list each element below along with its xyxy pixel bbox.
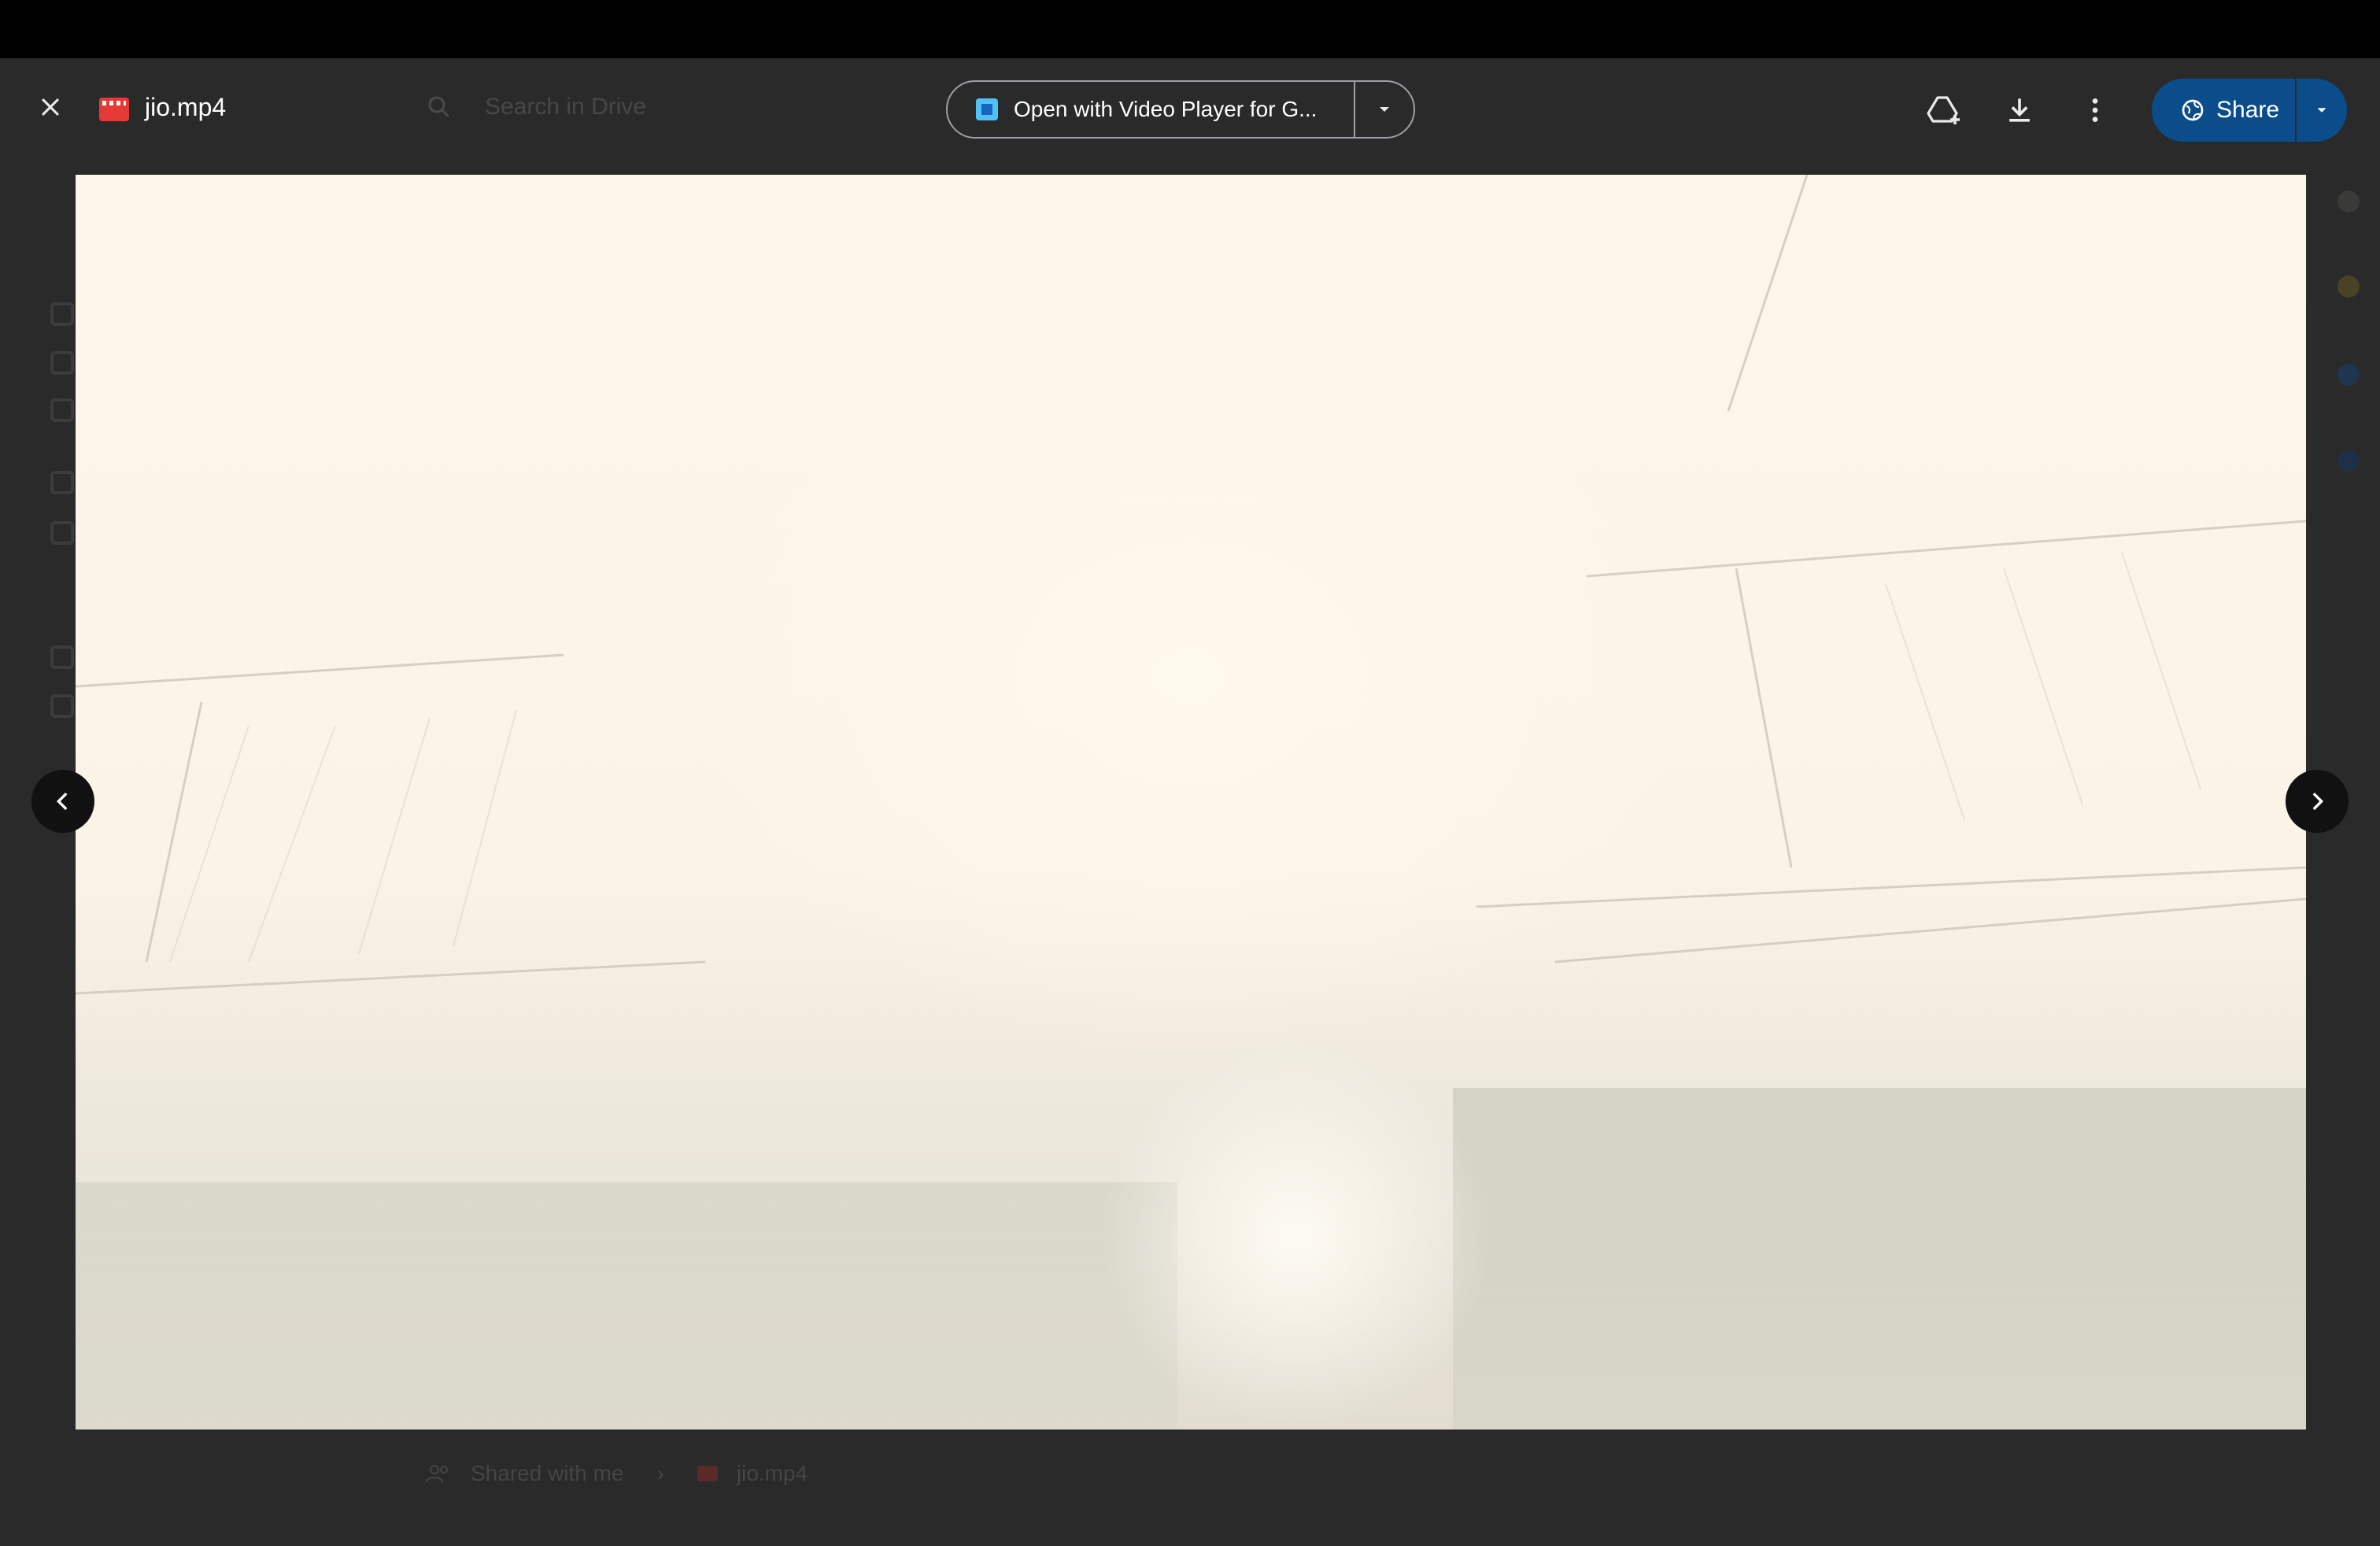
background-keep-icon [2338, 276, 2360, 298]
share-button-group: Share [2152, 79, 2347, 142]
share-label: Share [2216, 97, 2280, 123]
background-shared-icon [50, 471, 74, 494]
share-dropdown-button[interactable] [2297, 79, 2347, 142]
viewer-header: jio.mp4 Open with Video Player for G... [0, 58, 2380, 159]
share-button[interactable]: Share [2152, 79, 2295, 142]
close-icon [41, 98, 60, 117]
file-name: jio.mp4 [145, 93, 227, 121]
chevron-left-icon [56, 792, 68, 811]
video-player-app-icon [976, 98, 998, 120]
open-with-button-group: Open with Video Player for G... [946, 80, 1415, 139]
background-computers-icon [50, 398, 74, 422]
background-file-icon [697, 1466, 718, 1481]
background-breadcrumb: Shared with me › jio.mp4 [425, 1461, 808, 1486]
previous-file-button[interactable] [31, 770, 94, 833]
background-breadcrumb-shared: Shared with me [471, 1461, 624, 1485]
background-my-drive-icon [50, 351, 74, 375]
background-home-icon [50, 302, 74, 326]
caret-down-icon [2317, 108, 2326, 113]
open-with-button[interactable]: Open with Video Player for G... [948, 82, 1354, 137]
download-button[interactable] [2001, 91, 2038, 129]
video-scene-flare [1099, 1041, 1492, 1429]
video-preview[interactable] [76, 175, 2306, 1429]
more-vert-icon [2092, 98, 2098, 122]
background-contacts-icon [2338, 450, 2360, 472]
next-file-button[interactable] [2286, 770, 2349, 833]
globe-icon [2182, 99, 2204, 121]
background-recent-icon [50, 521, 74, 545]
chevron-right-icon [2312, 792, 2324, 811]
background-calendar-icon [2338, 190, 2360, 213]
background-spam-icon [50, 645, 74, 669]
background-breadcrumb-file: jio.mp4 [736, 1461, 808, 1485]
add-to-drive-button[interactable] [1925, 91, 1963, 129]
background-tasks-icon [2338, 364, 2360, 386]
background-breadcrumb-chevron-icon: › [656, 1461, 664, 1485]
background-shared-people-icon [426, 1465, 448, 1483]
caret-down-icon [1380, 107, 1389, 112]
add-to-drive-icon [1927, 96, 1960, 124]
video-scene-wall-left [76, 1182, 1177, 1429]
background-trash-icon [50, 694, 74, 718]
video-scene-wall-right [1453, 1088, 2306, 1429]
open-with-dropdown-button[interactable] [1355, 82, 1414, 137]
system-top-bar [0, 0, 2380, 58]
more-actions-button[interactable] [2076, 91, 2114, 129]
open-with-label: Open with Video Player for G... [1014, 97, 1318, 121]
download-icon [2009, 98, 2030, 122]
close-button[interactable] [28, 85, 72, 129]
video-file-icon [99, 98, 129, 121]
